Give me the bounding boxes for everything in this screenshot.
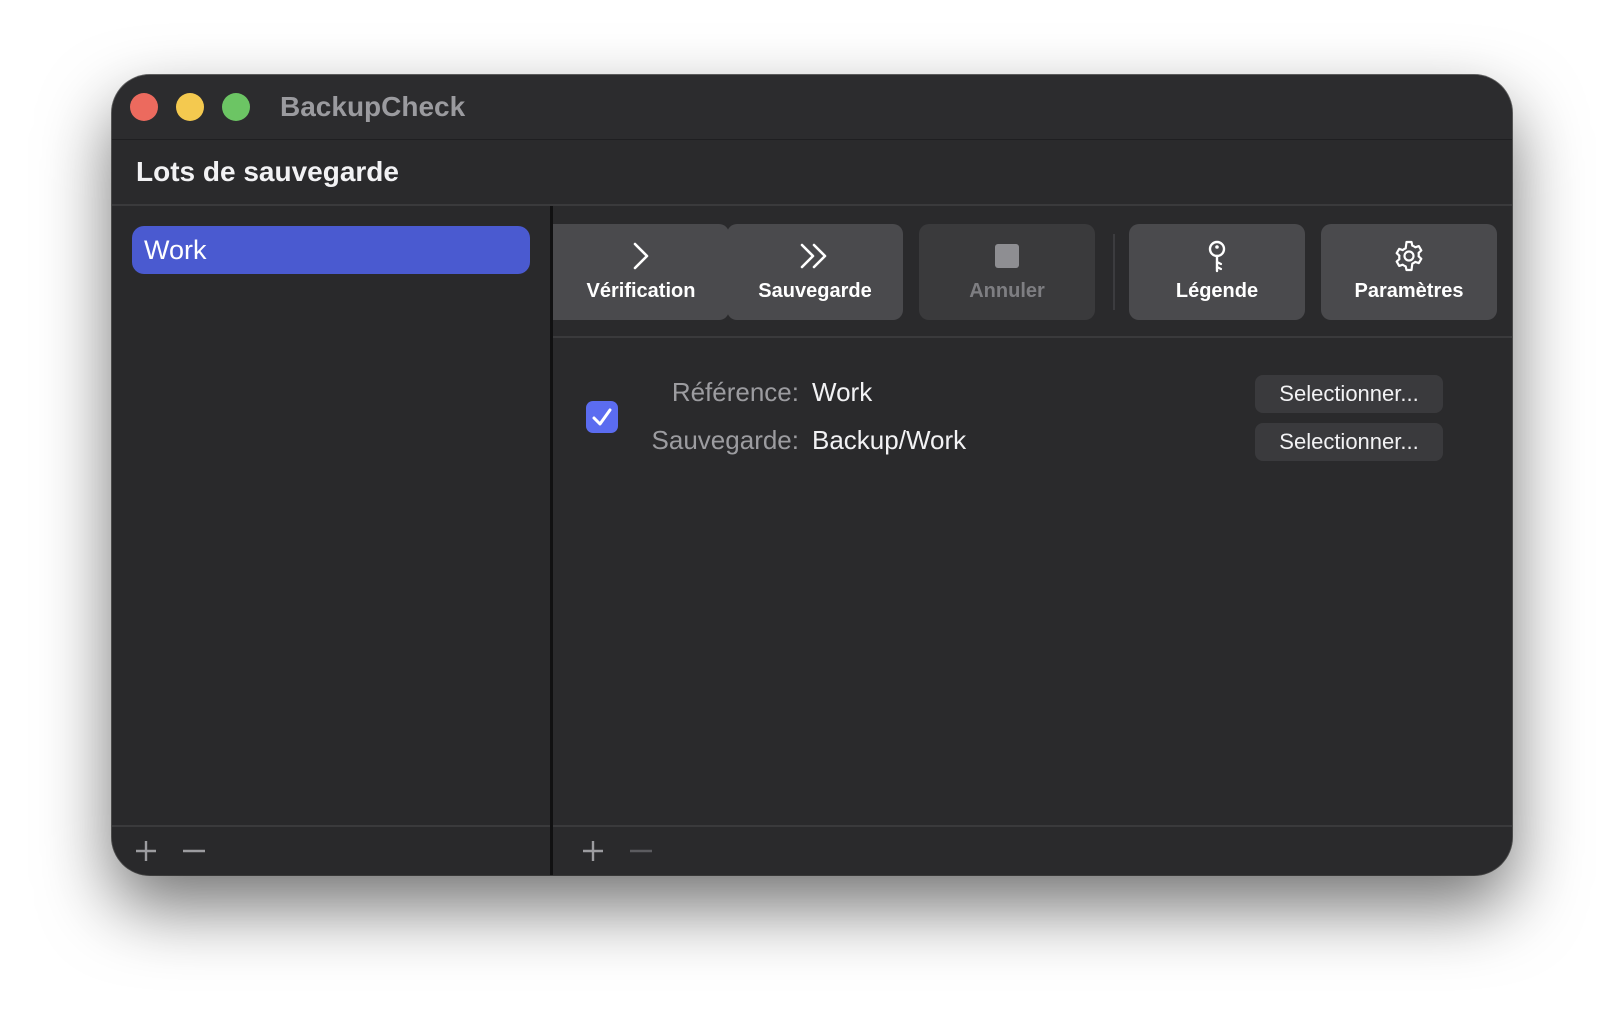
verification-label: Vérification <box>586 280 696 302</box>
title-bar: BackupCheck <box>112 75 1512 140</box>
add-batch-button[interactable] <box>132 837 160 865</box>
key-icon <box>1208 240 1226 273</box>
minimize-window-button[interactable] <box>176 93 204 121</box>
select-backup-button[interactable]: Selectionner... <box>1255 423 1443 461</box>
sidebar-item-label: Work <box>144 235 207 265</box>
toolbar-separator <box>1113 234 1115 310</box>
sidebar-bottom-bar <box>112 825 550 875</box>
legende-label: Légende <box>1175 280 1259 302</box>
minus-icon <box>183 849 205 853</box>
app-window: BackupCheck Lots de sauvegarde Work Véri… <box>112 75 1512 875</box>
legende-button[interactable]: Légende <box>1129 224 1305 320</box>
sauvegarde-label: Sauvegarde <box>758 280 872 302</box>
verification-button[interactable]: Vérification <box>553 224 729 320</box>
parametres-button[interactable]: Paramètres <box>1321 224 1497 320</box>
plus-icon <box>136 841 156 861</box>
chevron-right-icon <box>633 242 649 270</box>
remove-batch-button[interactable] <box>180 837 208 865</box>
remove-pair-button[interactable] <box>627 837 655 865</box>
stop-square-icon <box>995 244 1019 268</box>
parametres-label: Paramètres <box>1354 280 1464 302</box>
reference-label: Référence: <box>671 377 799 407</box>
close-window-button[interactable] <box>130 93 158 121</box>
backup-label: Sauvegarde: <box>651 425 799 455</box>
zoom-window-button[interactable] <box>222 93 250 121</box>
annuler-label: Annuler <box>969 280 1045 302</box>
add-pair-button[interactable] <box>579 837 607 865</box>
select-reference-button[interactable]: Selectionner... <box>1255 375 1443 413</box>
toolbar: Vérification Sauvegarde Annuler Légende … <box>553 206 1512 338</box>
minus-icon <box>630 849 652 853</box>
main-bottom-bar <box>553 825 1512 875</box>
double-chevron-right-icon <box>800 243 827 269</box>
reference-value: Work <box>812 377 873 407</box>
sidebar: Work <box>112 206 553 875</box>
sidebar-item-work[interactable]: Work <box>132 226 530 274</box>
annuler-button[interactable]: Annuler <box>919 224 1095 320</box>
sauvegarde-button[interactable]: Sauvegarde <box>727 224 903 320</box>
plus-icon <box>583 841 603 861</box>
gear-icon <box>1395 240 1423 272</box>
backup-value: Backup/Work <box>812 425 967 455</box>
window-title: BackupCheck <box>280 91 466 122</box>
page-title: Lots de sauvegarde <box>136 156 399 187</box>
pair-enabled-checkbox[interactable] <box>586 401 618 433</box>
checkmark-icon <box>592 408 612 426</box>
main-panel: Vérification Sauvegarde Annuler Légende … <box>553 206 1512 875</box>
page-header: Lots de sauvegarde <box>112 140 1512 206</box>
